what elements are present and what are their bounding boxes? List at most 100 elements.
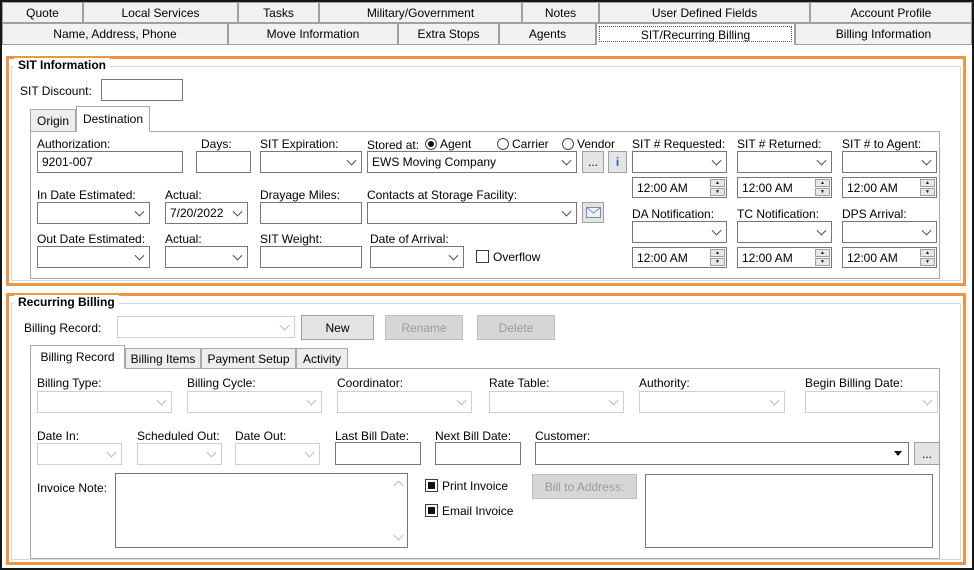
dps-arrival-time-spinner[interactable]: 12:00 AM ▲ ▼ [842, 247, 937, 268]
company-info-button[interactable]: i [608, 151, 627, 173]
coordinator-combobox[interactable] [337, 391, 472, 413]
tab-account-profile[interactable]: Account Profile [810, 2, 972, 23]
tab-user-defined-fields[interactable]: User Defined Fields [599, 2, 810, 23]
chevron-down-icon [456, 395, 467, 406]
out-actual-combobox[interactable] [165, 246, 248, 268]
in-actual-combobox[interactable]: 7/20/2022 [165, 202, 248, 224]
billing-cycle-combobox[interactable] [187, 391, 322, 413]
dropdown-arrow-button[interactable] [889, 445, 906, 462]
authorization-input[interactable]: 9201-007 [37, 151, 183, 173]
date-in-combobox[interactable] [37, 443, 122, 465]
subtab-destination[interactable]: Destination [76, 106, 150, 132]
tab-billing-information[interactable]: Billing Information [795, 23, 972, 45]
tc-notification-label: TC Notification: [737, 207, 820, 221]
contacts-combobox[interactable] [367, 202, 577, 224]
da-notification-time-spinner[interactable]: 12:00 AM ▲ ▼ [632, 247, 727, 268]
sit-requested-combobox[interactable] [632, 151, 727, 173]
info-icon: i [615, 155, 620, 169]
sit-to-agent-combobox[interactable] [842, 151, 937, 173]
sit-expiration-combobox[interactable] [260, 151, 362, 173]
scheduled-out-combobox[interactable] [137, 443, 222, 465]
new-button[interactable]: New [301, 315, 374, 340]
tc-notification-time-spinner[interactable]: 12:00 AM ▲ ▼ [737, 247, 832, 268]
rename-button[interactable]: Rename [385, 315, 463, 340]
spinner-up-icon[interactable]: ▲ [920, 179, 935, 187]
dps-arrival-combobox[interactable] [842, 221, 937, 243]
next-bill-date-input[interactable] [435, 442, 521, 465]
stored-at-agent-radio[interactable] [425, 138, 437, 150]
tab-name-address-phone[interactable]: Name, Address, Phone [2, 23, 228, 45]
sit-to-agent-time-spinner[interactable]: 12:00 AM ▲ ▼ [842, 177, 937, 198]
bill-to-address-button[interactable]: Bill to Address: [532, 474, 637, 499]
stored-at-company-combobox[interactable]: EWS Moving Company [367, 151, 577, 173]
tab-quote[interactable]: Quote [2, 2, 83, 23]
bill-to-address-box[interactable] [645, 474, 933, 548]
spinner-down-icon[interactable]: ▼ [920, 258, 935, 266]
chevron-down-icon [561, 206, 572, 217]
spinner-down-icon[interactable]: ▼ [920, 188, 935, 196]
subtab-billing-items[interactable]: Billing Items [125, 348, 201, 369]
billing-type-combobox[interactable] [37, 391, 172, 413]
print-invoice-checkbox[interactable] [425, 479, 438, 492]
subtab-activity[interactable]: Activity [296, 348, 348, 369]
spinner-up-icon[interactable]: ▲ [710, 249, 725, 257]
subtab-payment-setup[interactable]: Payment Setup [201, 348, 296, 369]
tab-move-information[interactable]: Move Information [228, 23, 398, 45]
tab-tasks[interactable]: Tasks [238, 2, 319, 23]
sit-returned-time-spinner[interactable]: 12:00 AM ▲ ▼ [737, 177, 832, 198]
sit-returned-combobox[interactable] [737, 151, 832, 173]
overflow-checkbox[interactable] [476, 250, 489, 263]
scroll-up-icon[interactable] [393, 480, 404, 491]
customer-combobox[interactable] [535, 442, 909, 465]
spinner-down-icon[interactable]: ▼ [710, 188, 725, 196]
billing-record-combobox[interactable] [117, 316, 295, 338]
stored-at-vendor-label[interactable]: Vendor [577, 137, 615, 151]
stored-at-vendor-radio[interactable] [562, 138, 574, 150]
tab-military-government[interactable]: Military/Government [319, 2, 522, 23]
subtab-billing-record[interactable]: Billing Record [30, 345, 125, 369]
tab-local-services[interactable]: Local Services [83, 2, 238, 23]
spinner-up-icon[interactable]: ▲ [920, 249, 935, 257]
tc-notification-combobox[interactable] [737, 221, 832, 243]
sit-weight-input[interactable] [260, 246, 362, 268]
out-date-estimated-combobox[interactable] [37, 246, 150, 268]
in-date-estimated-combobox[interactable] [37, 202, 150, 224]
da-notification-combobox[interactable] [632, 221, 727, 243]
delete-button[interactable]: Delete [477, 315, 555, 340]
spinner-up-icon[interactable]: ▲ [815, 179, 830, 187]
tab-extra-stops[interactable]: Extra Stops [398, 23, 499, 45]
tab-notes[interactable]: Notes [522, 2, 599, 23]
company-browse-button[interactable]: ... [582, 151, 604, 173]
sit-discount-input[interactable] [101, 79, 183, 101]
scroll-down-icon[interactable] [393, 530, 404, 541]
invoice-note-textarea[interactable] [115, 473, 408, 548]
email-invoice-checkbox[interactable] [425, 504, 438, 517]
date-of-arrival-combobox[interactable] [370, 246, 464, 268]
stored-at-carrier-label[interactable]: Carrier [512, 137, 549, 151]
email-invoice-label[interactable]: Email Invoice [442, 504, 513, 518]
subtab-origin[interactable]: Origin [30, 109, 76, 132]
authority-combobox[interactable] [639, 391, 785, 413]
stored-at-carrier-radio[interactable] [497, 138, 509, 150]
customer-browse-button[interactable]: ... [914, 442, 940, 465]
spinner-down-icon[interactable]: ▼ [815, 188, 830, 196]
chevron-down-icon [711, 155, 722, 166]
out-date-estimated-label: Out Date Estimated: [37, 232, 146, 246]
spinner-down-icon[interactable]: ▼ [815, 258, 830, 266]
spinner-up-icon[interactable]: ▲ [710, 179, 725, 187]
spinner-up-icon[interactable]: ▲ [815, 249, 830, 257]
days-input[interactable] [196, 151, 251, 173]
date-out-combobox[interactable] [235, 443, 320, 465]
last-bill-date-input[interactable] [335, 442, 421, 465]
tab-sit-recurring-billing[interactable]: SIT/Recurring Billing [596, 23, 795, 45]
spinner-down-icon[interactable]: ▼ [710, 258, 725, 266]
sit-requested-time-spinner[interactable]: 12:00 AM ▲ ▼ [632, 177, 727, 198]
email-contact-button[interactable] [582, 202, 604, 223]
overflow-label[interactable]: Overflow [493, 250, 540, 264]
rate-table-combobox[interactable] [489, 391, 624, 413]
drayage-miles-input[interactable] [260, 202, 362, 224]
stored-at-agent-label[interactable]: Agent [440, 137, 471, 151]
print-invoice-label[interactable]: Print Invoice [442, 479, 508, 493]
begin-billing-date-combobox[interactable] [805, 391, 938, 413]
tab-agents[interactable]: Agents [499, 23, 596, 45]
